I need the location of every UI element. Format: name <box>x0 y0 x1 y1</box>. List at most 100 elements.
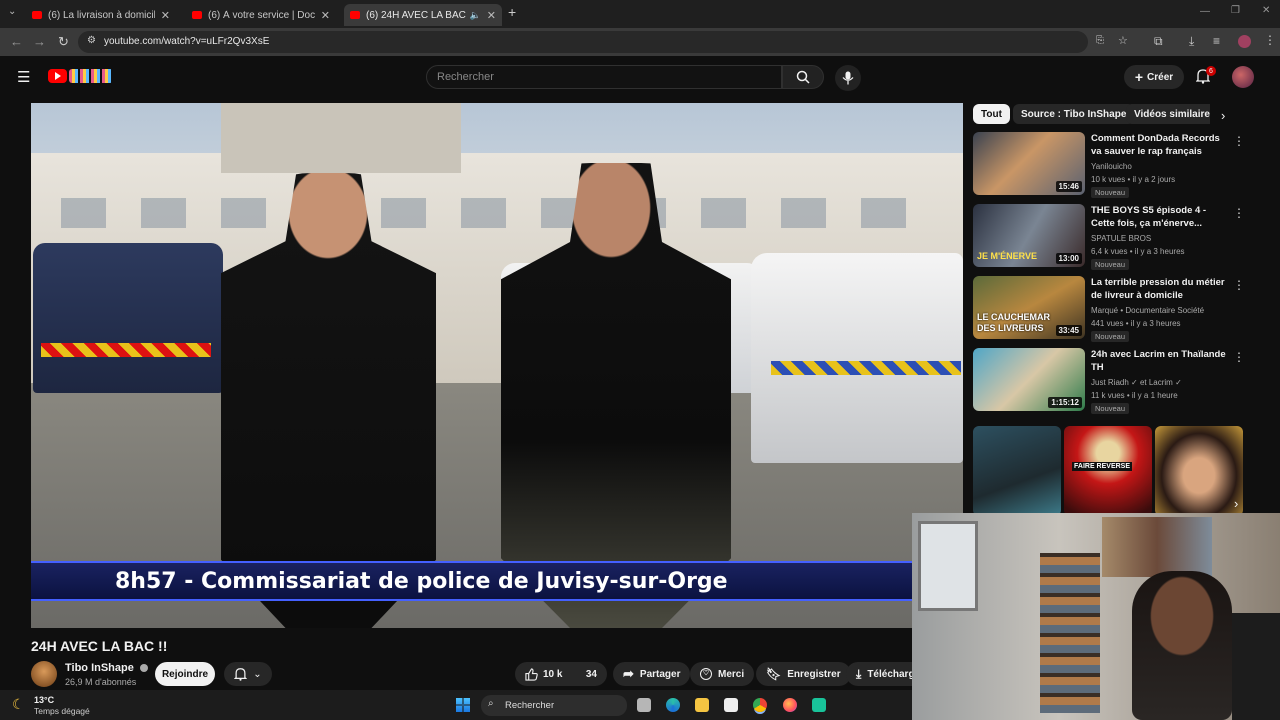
subscriber-count: 26,9 M d'abonnés <box>65 677 137 687</box>
browser-tab-1[interactable]: (6) La livraison à domicile : de l' ✕ <box>26 4 176 26</box>
channel-name[interactable]: Just Riadh ✓ et Lacrim ✓ <box>1091 378 1182 387</box>
video-title[interactable]: La terrible pression du métier de livreu… <box>1091 276 1227 302</box>
weather-description[interactable]: Temps dégagé <box>34 706 90 716</box>
new-tab-button[interactable]: + <box>508 4 516 20</box>
channel-name-text[interactable]: Tibo InShape <box>65 662 134 674</box>
recommended-video-3[interactable]: LE CAUCHEMAR DES LIVREURS 33:45 La terri… <box>973 276 1245 342</box>
share-button[interactable]: ➦ Partager <box>613 662 691 686</box>
chrome-icon[interactable] <box>753 698 767 712</box>
dislike-button[interactable]: 34 <box>586 669 597 680</box>
channel-avatar[interactable] <box>31 661 57 687</box>
video-meta: 441 vues • il y a 3 heures <box>1091 319 1181 328</box>
search-button[interactable] <box>782 65 824 89</box>
close-icon[interactable]: ✕ <box>161 9 170 22</box>
thanks-button[interactable]: ♡ Merci <box>690 662 755 686</box>
browser-tab-3-active[interactable]: (6) 24H AVEC LA BAC !! - Yo 🔈 ✕ <box>344 4 502 26</box>
youtube-favicon-icon <box>32 11 42 19</box>
url-bar[interactable]: ⚙ youtube.com/watch?v=uLFr2Qv3XsE ⎘ ☆ <box>78 31 1128 53</box>
site-info-icon[interactable]: ⚙ <box>87 35 96 46</box>
share-label: Partager <box>639 668 681 680</box>
bookmark-icon: 🔖︎ <box>766 667 782 681</box>
create-button[interactable]: + Créer <box>1124 65 1184 89</box>
save-label: Enregistrer <box>787 668 841 680</box>
channel-name[interactable]: Yanilouicho <box>1091 162 1132 171</box>
more-options-icon[interactable]: ⋮ <box>1233 278 1245 292</box>
like-button[interactable]: 10 k <box>525 667 562 681</box>
store-icon[interactable] <box>724 698 738 712</box>
youtube-logo[interactable] <box>48 69 114 83</box>
taskbar-search[interactable]: ⌕ Rechercher <box>481 695 627 716</box>
short-thumbnail-2[interactable]: FAIRE REVERSE <box>1064 426 1152 516</box>
weather-temperature[interactable]: 13°C <box>34 695 54 705</box>
video-title[interactable]: 24h avec Lacrim en Thaïlande TH <box>1091 348 1227 374</box>
shorts-next-icon[interactable]: › <box>1234 496 1238 511</box>
heart-coin-icon: ♡ <box>700 668 712 680</box>
video-caption-banner: 8h57 - Commissariat de police de Juvisy-… <box>31 561 963 601</box>
video-thumbnail[interactable]: JE M'ÉNERVE 13:00 <box>973 204 1085 267</box>
more-options-icon[interactable]: ⋮ <box>1233 134 1245 148</box>
edge-icon[interactable] <box>666 698 680 712</box>
recommended-video-1[interactable]: 15:46 Comment DonDada Records va sauver … <box>973 132 1245 198</box>
short-thumbnail-3[interactable] <box>1155 426 1243 516</box>
window-close-icon[interactable]: ✕ <box>1262 5 1270 16</box>
recommended-video-4[interactable]: 1:15:12 24h avec Lacrim en Thaïlande TH … <box>973 348 1245 414</box>
short-image <box>1064 426 1152 516</box>
video-title[interactable]: THE BOYS S5 épisode 4 - Cette fois, ça m… <box>1091 204 1227 230</box>
youtube-header: ☰ Rechercher + Créer 6 <box>0 56 1280 98</box>
browser-tab-2[interactable]: (6) À votre service | Documenta ✕ <box>186 4 336 26</box>
download-button[interactable]: ⤓ Télécharg <box>846 662 912 686</box>
voice-search-button[interactable] <box>835 65 861 91</box>
video-thumbnail[interactable]: 1:15:12 <box>973 348 1085 411</box>
chip-similar[interactable]: Vidéos similaires <box>1126 104 1210 124</box>
join-button[interactable]: Rejoindre <box>155 662 215 686</box>
close-icon[interactable]: ✕ <box>321 9 330 22</box>
reload-icon[interactable]: ↻ <box>58 34 69 50</box>
url-text[interactable]: youtube.com/watch?v=uLFr2Qv3XsE <box>104 36 269 47</box>
more-options-icon[interactable]: ⋮ <box>1233 350 1245 364</box>
police-van-right <box>751 253 963 463</box>
bookmark-star-icon[interactable]: ☆ <box>1118 34 1128 47</box>
search-input[interactable]: Rechercher <box>426 65 782 89</box>
channel-name[interactable]: Tibo InShape <box>65 662 148 674</box>
account-avatar[interactable] <box>1232 66 1254 88</box>
video-thumbnail[interactable]: 15:46 <box>973 132 1085 195</box>
profile-icon[interactable] <box>1238 35 1251 48</box>
more-options-icon[interactable]: ⋮ <box>1233 206 1245 220</box>
tab-title: (6) À votre service | Documenta <box>208 9 315 21</box>
app-icon[interactable] <box>812 698 826 712</box>
like-dislike-group: 10 k 34 <box>515 662 607 686</box>
speaker-icon[interactable]: 🔈 <box>470 10 481 21</box>
video-thumbnail[interactable]: LE CAUCHEMAR DES LIVREURS 33:45 <box>973 276 1085 339</box>
channel-name[interactable]: SPATULE BROS <box>1091 234 1151 243</box>
video-meta: 11 k vues • il y a 1 heure <box>1091 391 1178 400</box>
firefox-icon[interactable] <box>783 698 797 712</box>
maximize-icon[interactable]: ❐ <box>1231 5 1240 16</box>
video-player[interactable]: 8h57 - Commissariat de police de Juvisy-… <box>31 103 963 628</box>
webcam-chair <box>1232 613 1280 720</box>
browser-menu-icon[interactable]: ⋮ <box>1264 33 1276 47</box>
chip-source[interactable]: Source : Tibo InShape <box>1013 104 1135 124</box>
short-thumbnail-1[interactable] <box>973 426 1061 516</box>
back-arrow-icon[interactable]: ← <box>10 34 23 49</box>
extensions-icon[interactable]: ⧉ <box>1154 34 1163 49</box>
hamburger-menu-icon[interactable]: ☰ <box>17 68 30 86</box>
chevron-right-icon[interactable]: › <box>1221 108 1225 123</box>
weather-moon-icon[interactable]: ☾ <box>12 696 25 713</box>
minimize-icon[interactable]: — <box>1200 6 1210 17</box>
video-title[interactable]: Comment DonDada Records va sauver le rap… <box>1091 132 1227 158</box>
task-view-icon[interactable] <box>637 698 651 712</box>
save-button[interactable]: 🔖︎ Enregistrer <box>756 662 851 686</box>
install-app-icon[interactable]: ⎘ <box>1096 35 1104 46</box>
windows-start-icon[interactable] <box>456 698 470 712</box>
recommended-video-2[interactable]: JE M'ÉNERVE 13:00 THE BOYS S5 épisode 4 … <box>973 204 1245 270</box>
forward-arrow-icon[interactable]: → <box>33 34 46 49</box>
chip-all[interactable]: Tout <box>973 104 1010 124</box>
close-icon[interactable]: ✕ <box>487 9 496 22</box>
download-icon[interactable]: ⤓ <box>1189 34 1194 49</box>
file-explorer-icon[interactable] <box>695 698 709 712</box>
tab-list-chevron-icon[interactable]: ⌄ <box>8 6 16 17</box>
reading-list-icon[interactable]: ≡ <box>1213 34 1220 48</box>
channel-name[interactable]: Marqué • Documentaire Société <box>1091 306 1204 315</box>
notification-bell-button[interactable]: ⌄ <box>224 662 272 686</box>
plus-icon: + <box>1134 69 1144 85</box>
